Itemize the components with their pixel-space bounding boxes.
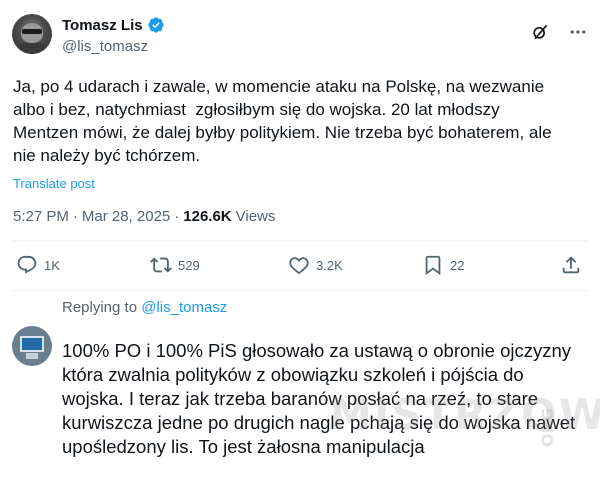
tweet-time[interactable]: 5:27 PM <box>13 208 69 225</box>
author-name[interactable]: Tomasz Lis <box>62 17 143 34</box>
tweet-text: Ja, po 4 udarach i zawale, w momencie at… <box>13 77 552 165</box>
repost-button[interactable]: 529 <box>150 254 200 276</box>
tweet-header-actions <box>530 22 588 42</box>
meta-separator: · <box>72 208 78 225</box>
repost-count: 529 <box>178 257 200 273</box>
author-avatar[interactable] <box>12 14 52 54</box>
replying-to: Replying to @lis_tomasz <box>62 299 227 316</box>
reply-avatar[interactable] <box>12 326 52 366</box>
like-count: 3.2K <box>316 257 343 273</box>
grok-icon[interactable] <box>530 22 550 42</box>
views-count: 126.6K <box>183 208 232 225</box>
like-button[interactable]: 3.2K <box>288 254 343 276</box>
verified-badge-icon <box>147 16 165 34</box>
bookmark-button[interactable]: 22 <box>422 254 464 276</box>
share-button[interactable] <box>560 254 582 276</box>
replying-to-label: Replying to <box>62 299 138 316</box>
divider <box>13 240 588 241</box>
translate-post-link[interactable]: Translate post <box>13 176 95 191</box>
reply-icon <box>17 255 37 274</box>
replying-to-handle-link[interactable]: @lis_tomasz <box>141 299 227 316</box>
repost-icon <box>150 257 172 273</box>
tweet-actions: 1K 529 3.2K 22 <box>0 254 600 284</box>
bookmark-count: 22 <box>450 257 465 273</box>
reply-count: 1K <box>44 257 60 273</box>
tweet-meta: 5:27 PM · Mar 28, 2025 · 126.6K Views <box>13 208 275 225</box>
like-icon <box>289 257 309 275</box>
author-handle[interactable]: @lis_tomasz <box>62 38 148 55</box>
author-name-row: Tomasz Lis <box>62 16 165 34</box>
share-icon <box>562 256 580 274</box>
reply-button[interactable]: 1K <box>16 254 60 276</box>
tweet-date[interactable]: Mar 28, 2025 <box>82 208 170 225</box>
views-label: Views <box>235 208 276 225</box>
reply-text: 100% PO i 100% PiS głosowało za ustawą o… <box>62 340 576 457</box>
divider <box>13 290 588 291</box>
meta-separator: · <box>174 208 180 225</box>
bookmark-icon <box>425 255 441 276</box>
more-icon[interactable] <box>568 22 588 42</box>
